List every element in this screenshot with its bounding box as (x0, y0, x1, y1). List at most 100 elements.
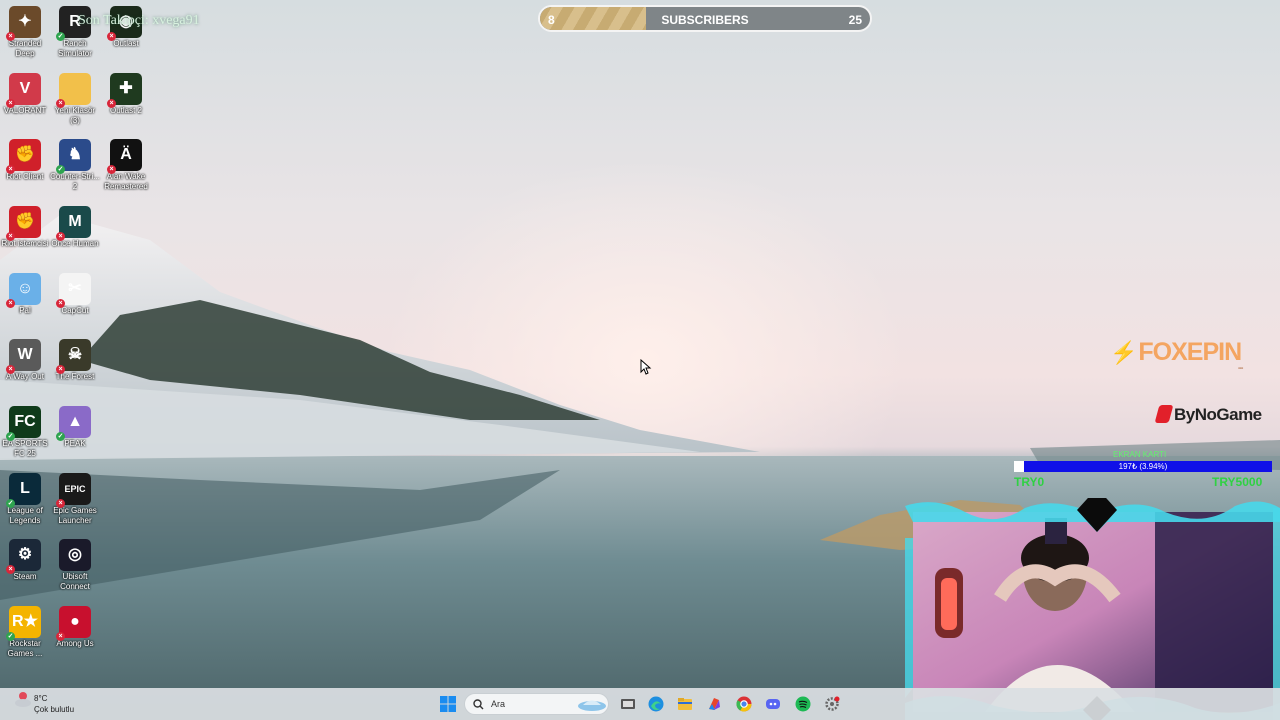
sync-error-badge-icon: × (56, 299, 65, 308)
search-placeholder: Ara (491, 699, 506, 709)
desktop-icon-once-human[interactable]: M × Once Human (50, 206, 100, 249)
desktop-icon-rockstar-games[interactable]: R★ ✓ Rockstar Games ... (0, 606, 50, 659)
sync-ok-badge-icon: ✓ (56, 32, 65, 41)
capcut-icon: ✂ × (56, 273, 91, 308)
taskbar: 8°C Çok bulutlu Ara (0, 688, 1280, 720)
search-icon (473, 699, 484, 710)
subscriber-label: SUBSCRIBERS (661, 13, 749, 27)
subscriber-goal-bar: 8 SUBSCRIBERS 25 (538, 5, 872, 32)
desktop-icon-label: Ubisoft Connect (60, 572, 90, 591)
donation-goal-bar: 197₺ (3.94%) (1014, 461, 1272, 472)
desktop-icon-ubisoft-connect[interactable]: ◎ Ubisoft Connect (50, 539, 100, 592)
sync-ok-badge-icon: ✓ (56, 165, 65, 174)
rockstar-games-icon: R★ ✓ (6, 606, 41, 641)
desktop-icon-stranded-deep[interactable]: ✦ × Stranded Deep (0, 6, 50, 59)
among-us-icon: ● × (56, 606, 91, 641)
desktop-icon-riot-client[interactable]: ✊ × Riot Client (0, 139, 50, 182)
search-highlight-icon (578, 700, 606, 711)
sync-error-badge-icon: × (107, 99, 116, 108)
steam-icon: ⚙ × (6, 539, 41, 574)
spotify-icon[interactable] (795, 696, 811, 712)
fox-icon: ⚡ (1110, 340, 1137, 365)
donation-goal-progress: 197₺ (3.94%) (1118, 462, 1168, 471)
outlast-2-icon: ✚ × (107, 73, 142, 108)
desktop-icon-label: Counter-Stri... 2 (50, 172, 100, 191)
desktop-icon-ea-sports-fc[interactable]: FC ✓ EA SPORTS FC 25 (0, 406, 50, 459)
task-view-icon[interactable] (620, 696, 636, 712)
edge-icon[interactable] (648, 696, 664, 712)
league-of-legends-icon: L ✓ (6, 473, 41, 508)
counter-strike-icon: ♞ ✓ (56, 139, 91, 174)
last-follower-text: Son Takipçi: xvega91 (78, 13, 200, 28)
foxepin-logo: ⚡FOXEPIN ······· (1110, 338, 1244, 372)
desktop-icon-palworld[interactable]: ☺ × Pal (0, 273, 50, 316)
settings-icon[interactable] (824, 696, 840, 712)
file-explorer-icon[interactable] (677, 696, 693, 712)
discord-icon[interactable] (765, 696, 781, 712)
desktop-icon-the-forest[interactable]: ☠ × The Forest (50, 339, 100, 382)
alan-wake-icon: Ä × (107, 139, 142, 174)
sync-error-badge-icon: × (6, 99, 15, 108)
sync-error-badge-icon: × (6, 165, 15, 174)
desktop-icon-label: Alan Wake Remastered (104, 172, 148, 191)
desktop-icon-epic-games[interactable]: EPIC × Epic Games Launcher (50, 473, 100, 526)
valorant-icon: V × (6, 73, 41, 108)
sync-ok-badge-icon: ✓ (6, 432, 15, 441)
the-forest-icon: ☠ × (56, 339, 91, 374)
sync-error-badge-icon: × (6, 365, 15, 374)
peak-icon: ▲ ✓ (56, 406, 91, 441)
desktop-icon-steam[interactable]: ⚙ × Steam (0, 539, 50, 582)
riot-client-icon: ✊ × (6, 139, 41, 174)
weather-cloud-icon (15, 692, 31, 707)
desktop-icon-valorant[interactable]: V × VALORANT (0, 73, 50, 116)
sync-error-badge-icon: × (56, 99, 65, 108)
weather-temp: 8°C (34, 694, 48, 703)
taskbar-search-box[interactable]: Ara (464, 693, 609, 715)
desktop-icon-folder[interactable]: × Yeni Klasör (3) (50, 73, 100, 126)
desktop-icon-label: Ranch Simulator (58, 39, 92, 58)
foxepin-text: FOXEPIN (1138, 338, 1242, 366)
desktop-icon-label: League of Legends (7, 506, 43, 525)
sync-error-badge-icon: × (107, 165, 116, 174)
desktop-icon-capcut[interactable]: ✂ × CapCut (50, 273, 100, 316)
desktop-icon-alan-wake[interactable]: Ä × Alan Wake Remastered (101, 139, 151, 192)
desktop-icon-a-way-out[interactable]: W × A Way Out (0, 339, 50, 382)
sync-error-badge-icon: × (107, 32, 116, 41)
foxepin-subtext: ······· (1238, 366, 1244, 372)
sync-ok-badge-icon: ✓ (6, 499, 15, 508)
riot-istemcisi-icon: ✊ × (6, 206, 41, 241)
epic-games-icon: EPIC × (56, 473, 91, 508)
donation-goal-title: EKRAN KARTI (1113, 450, 1167, 459)
desktop-icon-league-of-legends[interactable]: L ✓ League of Legends (0, 473, 50, 526)
palworld-icon: ☺ × (6, 273, 41, 308)
a-way-out-icon: W × (6, 339, 41, 374)
donation-goal-max: TRY5000 (1212, 475, 1263, 489)
sync-error-badge-icon: × (6, 232, 15, 241)
sync-error-badge-icon: × (56, 232, 65, 241)
desktop-icon-outlast-2[interactable]: ✚ × Outlast 2 (101, 73, 151, 116)
desktop-icon-label: EA SPORTS FC 25 (2, 439, 48, 458)
desktop-icon-label: Stranded Deep (8, 39, 42, 58)
bynogame-logo: ByNoGame (1154, 405, 1262, 425)
desktop-icon-label: Rockstar Games ... (7, 639, 43, 658)
weather-desc: Çok bulutlu (34, 705, 75, 714)
subscriber-goal: 25 (848, 13, 862, 27)
sync-error-badge-icon: × (56, 499, 65, 508)
bynogame-icon (1154, 405, 1174, 423)
windows-start-icon[interactable] (440, 696, 456, 712)
bynogame-text: ByNoGame (1174, 405, 1262, 424)
weather-widget[interactable]: 8°C Çok bulutlu (14, 691, 74, 714)
microsoft-365-icon[interactable] (706, 696, 722, 712)
webcam-overlay (905, 498, 1280, 720)
donation-goal-min: TRY0 (1014, 475, 1045, 489)
desktop-icon-riot-istemcisi[interactable]: ✊ × Riot istemcisi (0, 206, 50, 249)
desktop-icon-peak[interactable]: ▲ ✓ PEAK (50, 406, 100, 449)
desktop-icon-among-us[interactable]: ● × Among Us (50, 606, 100, 649)
chrome-icon[interactable] (736, 696, 752, 712)
desktop-icon-label: Epic Games Launcher (53, 506, 97, 525)
sync-error-badge-icon: × (6, 565, 15, 574)
sync-error-badge-icon: × (6, 299, 15, 308)
sync-error-badge-icon: × (56, 632, 65, 641)
desktop-icon-counter-strike[interactable]: ♞ ✓ Counter-Stri... 2 (50, 139, 100, 192)
sync-error-badge-icon: × (56, 365, 65, 374)
